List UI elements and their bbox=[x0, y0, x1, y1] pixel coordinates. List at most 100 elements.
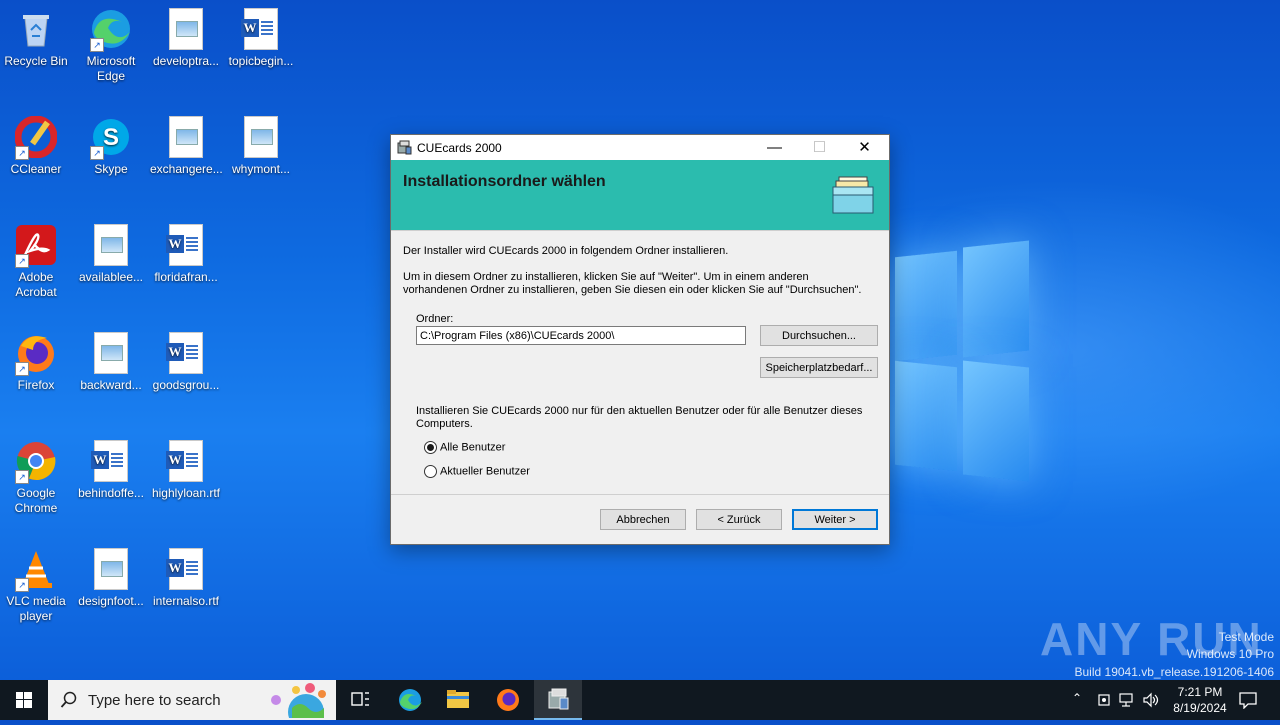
shortcut-arrow-icon: ↗ bbox=[90, 146, 104, 160]
desktop-icon-label: internalso.rtf bbox=[152, 594, 220, 608]
desktop-icon-label: goodsgrou... bbox=[152, 378, 220, 392]
desktop-icon[interactable]: designfoot... bbox=[75, 548, 147, 609]
dialog-title: CUEcards 2000 bbox=[417, 141, 502, 155]
dialog-titlebar[interactable]: CUEcards 2000 — ☐ ✕ bbox=[391, 135, 889, 160]
desktop-icon-label: whymont... bbox=[231, 162, 291, 176]
watermark-edition: Windows 10 Pro bbox=[1186, 647, 1274, 661]
installer-dialog: CUEcards 2000 — ☐ ✕ Installationsordner … bbox=[390, 134, 890, 545]
firefox-icon bbox=[497, 689, 519, 711]
radio-current-user-label: Aktueller Benutzer bbox=[440, 465, 530, 478]
svg-text:S: S bbox=[103, 124, 119, 151]
desktop-icon-label: Recycle Bin bbox=[4, 54, 68, 68]
installer-app-icon bbox=[397, 140, 412, 155]
desktop-icon[interactable]: whymont... bbox=[225, 116, 297, 177]
image-file-icon bbox=[90, 548, 132, 590]
radio-all-users[interactable]: Alle Benutzer bbox=[424, 441, 505, 454]
word-doc-icon: W bbox=[165, 548, 207, 590]
desktop-icon[interactable]: Recycle Bin bbox=[0, 8, 72, 69]
radio-unselected-indicator bbox=[424, 465, 437, 478]
folder-icon bbox=[447, 690, 469, 708]
desktop-icon[interactable]: Wgoodsgrou... bbox=[150, 332, 222, 393]
image-file-icon bbox=[240, 116, 282, 158]
volume-icon[interactable] bbox=[1142, 692, 1160, 708]
dialog-body: Der Installer wird CUEcards 2000 in folg… bbox=[391, 230, 889, 496]
instructions-text: Um in diesem Ordner zu installieren, kli… bbox=[403, 271, 862, 296]
chrome-icon: ↗ bbox=[15, 440, 57, 484]
folder-path-input[interactable]: C:\Program Files (x86)\CUEcards 2000\ bbox=[416, 326, 746, 345]
desktop-icon-label: Microsoft Edge bbox=[86, 54, 136, 83]
desktop-icon[interactable]: ↗ VLC media player bbox=[0, 548, 72, 624]
desktop-icon-label: CCleaner bbox=[10, 162, 62, 176]
desktop-icon-label: Firefox bbox=[17, 378, 55, 392]
acrobat-icon: ↗ bbox=[15, 224, 57, 268]
installer-app-icon bbox=[548, 688, 569, 710]
browse-button[interactable]: Durchsuchen... bbox=[760, 325, 878, 346]
desktop-icon-label: Adobe Acrobat bbox=[15, 270, 57, 299]
radio-all-users-label: Alle Benutzer bbox=[440, 441, 506, 454]
watermark-build: Build 19041.vb_release.191206-1406 bbox=[1074, 665, 1275, 679]
word-doc-icon: W bbox=[240, 8, 282, 50]
next-button[interactable]: Weiter > bbox=[792, 509, 878, 530]
network-icon[interactable] bbox=[1118, 692, 1136, 708]
desktop-icon[interactable]: developtra... bbox=[150, 8, 222, 69]
desktop-icon[interactable]: ↗ Adobe Acrobat bbox=[0, 224, 72, 300]
desktop-icon[interactable]: S ↗ Skype bbox=[75, 116, 147, 177]
skype-icon: S ↗ bbox=[90, 116, 132, 160]
desktop-icon-label: behindoffe... bbox=[78, 486, 144, 500]
tray-chevron-up-icon[interactable]: ⌃ bbox=[1072, 691, 1082, 705]
maximize-button: ☐ bbox=[812, 139, 827, 156]
radio-selected-indicator bbox=[424, 441, 437, 454]
desktop-icon[interactable]: Wfloridafran... bbox=[150, 224, 222, 285]
taskbar-clock[interactable]: 7:21 PM 8/19/2024 bbox=[1160, 684, 1240, 716]
intro-text: Der Installer wird CUEcards 2000 in folg… bbox=[403, 245, 729, 257]
desktop-icon[interactable]: Wtopicbegin... bbox=[225, 8, 297, 69]
shortcut-arrow-icon: ↗ bbox=[15, 254, 29, 268]
desktop-icon-label: exchangere... bbox=[150, 162, 223, 176]
desktop-icon-label: VLC media player bbox=[6, 594, 66, 623]
search-highlight-globe-icon bbox=[271, 683, 326, 718]
search-placeholder: Type here to search bbox=[88, 692, 221, 709]
watermark-test-mode: Test Mode bbox=[1218, 630, 1274, 644]
word-doc-icon: W bbox=[165, 440, 207, 482]
tray-device-icon[interactable] bbox=[1096, 692, 1112, 708]
cancel-button[interactable]: Abbrechen bbox=[600, 509, 686, 530]
desktop-icon[interactable]: ↗ Firefox bbox=[0, 332, 72, 393]
desktop-icon[interactable]: Wbehindoffe... bbox=[75, 440, 147, 501]
word-doc-icon: W bbox=[165, 224, 207, 266]
taskbar-edge[interactable] bbox=[386, 680, 434, 720]
shortcut-arrow-icon: ↗ bbox=[15, 146, 29, 160]
task-view-button[interactable] bbox=[336, 680, 384, 720]
close-button[interactable]: ✕ bbox=[842, 135, 887, 160]
start-button[interactable] bbox=[0, 680, 48, 720]
clock-date: 8/19/2024 bbox=[1173, 701, 1227, 715]
desktop-icon[interactable]: ↗ CCleaner bbox=[0, 115, 72, 177]
desktop-icon[interactable]: ↗ Microsoft Edge bbox=[75, 8, 147, 84]
notification-center-icon[interactable] bbox=[1238, 691, 1258, 709]
desktop-icon[interactable]: Whighlyloan.rtf bbox=[150, 440, 222, 501]
word-doc-icon: W bbox=[165, 332, 207, 374]
taskbar-search-box[interactable]: Type here to search bbox=[48, 680, 336, 720]
desktop-icon[interactable]: backward... bbox=[75, 332, 147, 393]
task-view-icon bbox=[351, 692, 369, 706]
taskbar: Type here to search ⌃ 7:21 PM 8/19/2024 bbox=[0, 680, 1280, 720]
dialog-heading: Installationsordner wählen bbox=[403, 173, 606, 190]
desktop-icon[interactable]: exchangere... bbox=[150, 116, 223, 177]
search-icon bbox=[60, 691, 77, 708]
radio-current-user[interactable]: Aktueller Benutzer bbox=[424, 465, 530, 478]
back-button[interactable]: < Zurück bbox=[696, 509, 782, 530]
shortcut-arrow-icon: ↗ bbox=[15, 578, 29, 592]
image-file-icon bbox=[90, 332, 132, 374]
taskbar-file-explorer[interactable] bbox=[434, 680, 482, 720]
minimize-button[interactable]: — bbox=[752, 135, 797, 160]
taskbar-installer[interactable] bbox=[534, 680, 582, 720]
desktop-icon[interactable]: Winternalso.rtf bbox=[150, 548, 222, 609]
desktop-icon[interactable]: availablee... bbox=[75, 224, 147, 285]
image-file-icon bbox=[165, 8, 207, 50]
taskbar-firefox[interactable] bbox=[484, 680, 532, 720]
desktop-icon-label: backward... bbox=[80, 378, 142, 392]
disk-cost-button[interactable]: Speicherplatzbedarf... bbox=[760, 357, 878, 378]
vlc-icon: ↗ bbox=[15, 548, 57, 592]
desktop-icon-label: designfoot... bbox=[78, 594, 144, 608]
desktop-icon[interactable]: ↗ Google Chrome bbox=[0, 440, 72, 516]
dialog-banner: Installationsordner wählen bbox=[391, 160, 889, 230]
